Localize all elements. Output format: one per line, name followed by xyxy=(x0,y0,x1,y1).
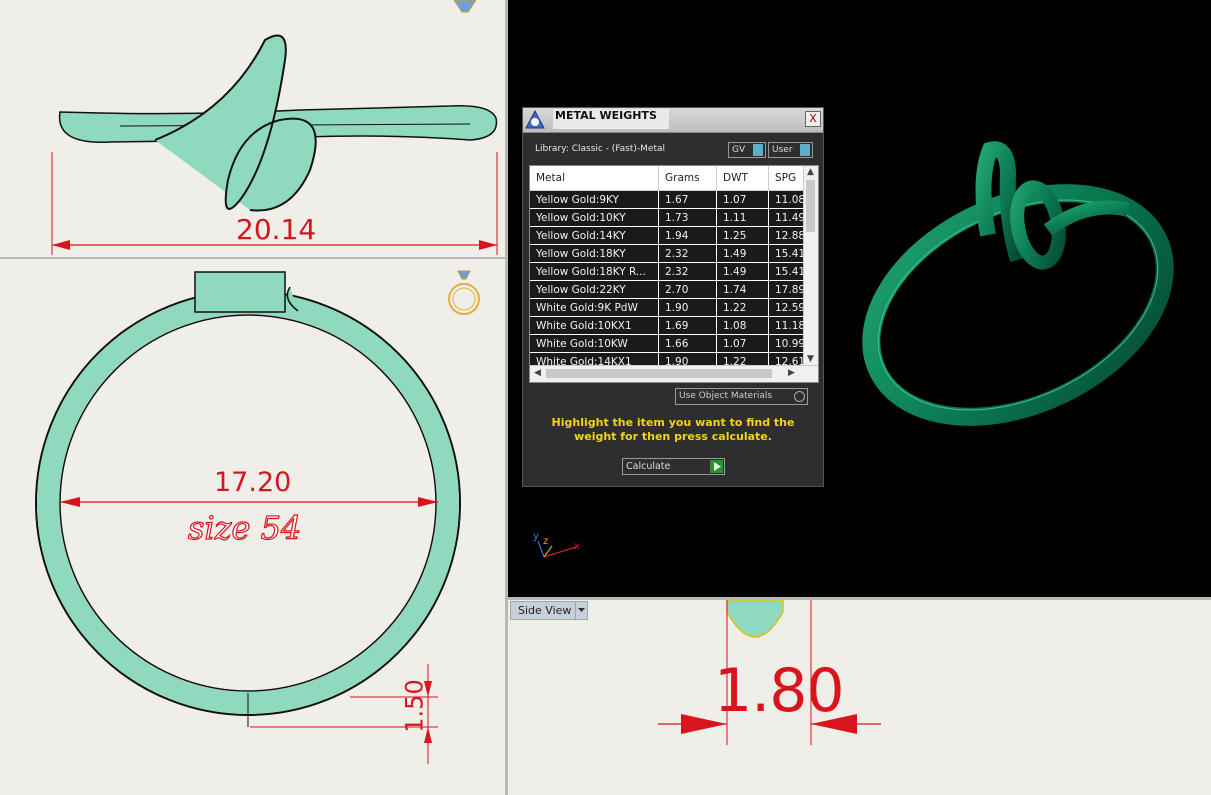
vertical-scrollbar[interactable]: ▲ ▼ xyxy=(803,166,818,365)
use-object-materials-toggle[interactable]: Use Object Materials xyxy=(675,388,808,405)
cell-dwt: 1.25 xyxy=(716,226,769,245)
cell-grams: 1.67 xyxy=(658,190,717,209)
cell-dwt: 1.07 xyxy=(716,190,769,209)
metal-table-body: Yellow Gold:9KY 1.67 1.07 11.08 Yellow Gold:… xyxy=(530,190,817,382)
user-toggle[interactable]: User xyxy=(768,142,813,158)
cell-grams: 1.94 xyxy=(658,226,717,245)
toggle-knob-icon xyxy=(753,144,763,156)
side-width-label: 1.80 xyxy=(714,656,845,726)
cell-dwt: 1.07 xyxy=(716,334,769,353)
axis-y-label: y xyxy=(533,531,539,542)
top-viewport[interactable]: 20.14 xyxy=(0,0,505,257)
scroll-right-icon[interactable]: ▶ xyxy=(788,368,795,378)
calculate-label: Calculate xyxy=(626,461,671,472)
table-row[interactable]: Yellow Gold:10KY 1.73 1.11 11.49 xyxy=(530,208,817,227)
radio-icon xyxy=(794,391,805,402)
cell-grams: 1.73 xyxy=(658,208,717,227)
scroll-thumb[interactable] xyxy=(806,180,815,232)
cell-metal: Yellow Gold:10KY xyxy=(530,208,659,227)
dialog-titlebar[interactable]: METAL WEIGHTS X xyxy=(523,108,823,133)
cell-grams: 2.32 xyxy=(658,244,717,263)
front-viewport[interactable]: 17.20 size 54 1.50 xyxy=(0,259,505,795)
calculate-button[interactable]: Calculate xyxy=(622,458,725,475)
table-row[interactable]: White Gold:10KX1 1.69 1.08 11.18 xyxy=(530,316,817,335)
side-view-tab[interactable]: Side View xyxy=(510,601,585,620)
cell-dwt: 1.74 xyxy=(716,280,769,299)
cell-metal: Yellow Gold:22KY xyxy=(530,280,659,299)
cell-grams: 2.70 xyxy=(658,280,717,299)
diamond-ring-icon xyxy=(446,0,484,14)
cell-dwt: 1.08 xyxy=(716,316,769,335)
cell-metal: White Gold:9K PdW xyxy=(530,298,659,317)
cell-dwt: 1.49 xyxy=(716,262,769,281)
cell-metal: White Gold:10KW xyxy=(530,334,659,353)
app-logo-icon xyxy=(525,110,545,130)
user-toggle-label: User xyxy=(772,145,793,155)
side-viewport[interactable]: 1.80 xyxy=(508,600,1211,795)
top-dimension-label: 20.14 xyxy=(236,213,317,246)
cell-grams: 1.90 xyxy=(658,298,717,317)
table-row[interactable]: White Gold:10KW 1.66 1.07 10.99 xyxy=(530,334,817,353)
cell-dwt: 1.11 xyxy=(716,208,769,227)
horizontal-scrollbar[interactable]: ◀ ▶ xyxy=(530,365,818,382)
library-label: Library: Classic - (Fast)-Metal xyxy=(535,144,666,154)
play-icon xyxy=(710,460,723,473)
ring-size-label: size 54 xyxy=(187,508,302,547)
cell-metal: Yellow Gold:18KY xyxy=(530,244,659,263)
cell-grams: 2.32 xyxy=(658,262,717,281)
metal-weights-dialog[interactable]: METAL WEIGHTS X Library: Classic - (Fast… xyxy=(522,107,824,487)
gv-toggle[interactable]: GV xyxy=(728,142,766,158)
scroll-left-icon[interactable]: ◀ xyxy=(534,368,541,378)
instruction-text: Highlight the item you want to find the … xyxy=(551,416,795,443)
diameter-label: 17.20 xyxy=(214,467,292,498)
dialog-title: METAL WEIGHTS xyxy=(553,109,669,129)
cell-metal: Yellow Gold:14KY xyxy=(530,226,659,245)
table-row[interactable]: Yellow Gold:22KY 2.70 1.74 17.89 xyxy=(530,280,817,299)
cell-grams: 1.66 xyxy=(658,334,717,353)
ring-icon xyxy=(444,269,484,319)
use-object-materials-label: Use Object Materials xyxy=(679,391,773,401)
axis-z-label: z xyxy=(543,536,549,547)
thickness-label: 1.50 xyxy=(400,679,429,733)
cell-metal: Yellow Gold:9KY xyxy=(530,190,659,209)
cell-metal: Yellow Gold:18KY R... xyxy=(530,262,659,281)
toggle-knob-icon xyxy=(800,144,810,156)
cell-metal: White Gold:10KX1 xyxy=(530,316,659,335)
scroll-down-icon[interactable]: ▼ xyxy=(807,354,814,364)
column-header-grams[interactable]: Grams xyxy=(658,166,717,191)
close-button[interactable]: X xyxy=(805,111,821,127)
table-row[interactable]: Yellow Gold:14KY 1.94 1.25 12.88 xyxy=(530,226,817,245)
metal-table[interactable]: Metal Grams DWT SPG Yellow Gold:9KY 1.67 1… xyxy=(529,165,819,383)
cell-dwt: 1.49 xyxy=(716,244,769,263)
axis-x-label: x xyxy=(574,541,580,552)
chevron-down-icon[interactable] xyxy=(575,601,588,620)
scroll-up-icon[interactable]: ▲ xyxy=(807,167,814,177)
table-row[interactable]: Yellow Gold:18KY 2.32 1.49 15.41 xyxy=(530,244,817,263)
side-view-drawing xyxy=(658,600,881,745)
column-header-dwt[interactable]: DWT xyxy=(716,166,769,191)
cell-grams: 1.69 xyxy=(658,316,717,335)
table-row[interactable]: Yellow Gold:18KY R... 2.32 1.49 15.41 xyxy=(530,262,817,281)
table-row[interactable]: White Gold:9K PdW 1.90 1.22 12.59 xyxy=(530,298,817,317)
table-row[interactable]: Yellow Gold:9KY 1.67 1.07 11.08 xyxy=(530,190,817,209)
cell-dwt: 1.22 xyxy=(716,298,769,317)
hscroll-thumb[interactable] xyxy=(546,369,772,378)
gv-toggle-label: GV xyxy=(732,145,746,155)
column-header-metal[interactable]: Metal xyxy=(530,166,659,191)
